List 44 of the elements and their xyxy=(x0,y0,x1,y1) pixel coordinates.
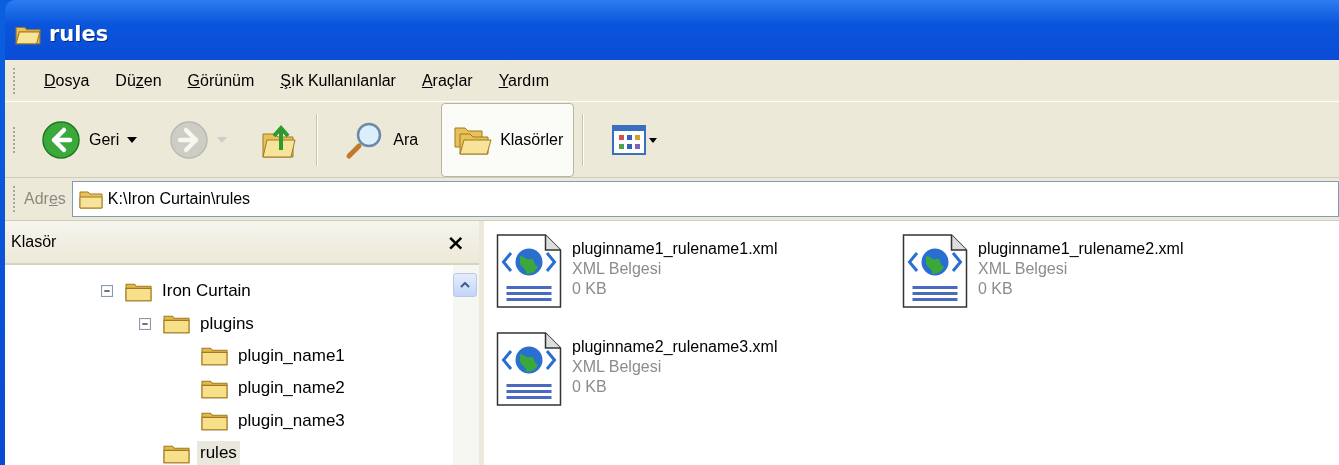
toolbar-grip xyxy=(13,67,18,94)
address-label: Adres xyxy=(24,190,66,208)
file-size: 0 KB xyxy=(572,279,608,299)
tree-item[interactable]: plugin_name3 xyxy=(235,408,348,433)
chevron-up-icon xyxy=(460,282,470,288)
search-button[interactable]: Ara xyxy=(336,110,428,169)
scrollbar[interactable] xyxy=(453,265,479,465)
tree-item[interactable]: plugins xyxy=(197,311,257,336)
tree-item[interactable]: rules xyxy=(197,441,240,465)
file-name[interactable]: pluginname1_rulename2.xml xyxy=(978,239,1184,259)
menu-item[interactable]: Görünüm xyxy=(187,71,255,90)
folder-icon xyxy=(78,189,103,209)
menu-item[interactable]: Dosya xyxy=(44,71,90,90)
folders-button[interactable]: Klasörler xyxy=(441,102,575,177)
caret-icon xyxy=(127,136,138,143)
file-type: XML Belgesi xyxy=(572,259,663,279)
folder-icon xyxy=(201,410,228,432)
menu-item[interactable]: Yardım xyxy=(498,71,549,90)
menu-item[interactable]: Araçlar xyxy=(421,71,473,90)
menu-item[interactable]: Düzen xyxy=(115,71,162,90)
toolbar-grip xyxy=(13,186,18,212)
file-size: 0 KB xyxy=(978,279,1014,299)
xml-document-icon xyxy=(496,331,562,407)
tree-item[interactable]: plugin_name1 xyxy=(235,343,348,368)
file-type: XML Belgesi xyxy=(572,357,663,377)
xml-document-icon xyxy=(902,233,968,309)
tree-item[interactable]: Iron Curtain xyxy=(159,279,254,304)
back-button[interactable]: Geri xyxy=(32,110,147,169)
xml-document-icon xyxy=(496,233,562,309)
tree-item[interactable]: plugin_name2 xyxy=(235,376,348,401)
folder-icon xyxy=(163,313,190,335)
window-title: rules xyxy=(49,22,109,46)
menu-item[interactable]: Şık Kullanılanlar xyxy=(280,71,396,90)
caret-icon xyxy=(217,136,228,143)
scroll-up-button[interactable] xyxy=(453,273,477,297)
file-name[interactable]: pluginname1_rulename1.xml xyxy=(572,239,778,259)
file-type: XML Belgesi xyxy=(978,259,1069,279)
pane-title: Klasör xyxy=(11,233,57,251)
toolbar-grip xyxy=(13,126,18,153)
file-size: 0 KB xyxy=(572,377,608,397)
close-button[interactable]: × xyxy=(440,229,471,255)
file-name[interactable]: pluginname2_rulename3.xml xyxy=(572,337,778,357)
folder-icon xyxy=(201,345,228,367)
address-field[interactable]: K:\Iron Curtain\rules xyxy=(71,181,1339,217)
